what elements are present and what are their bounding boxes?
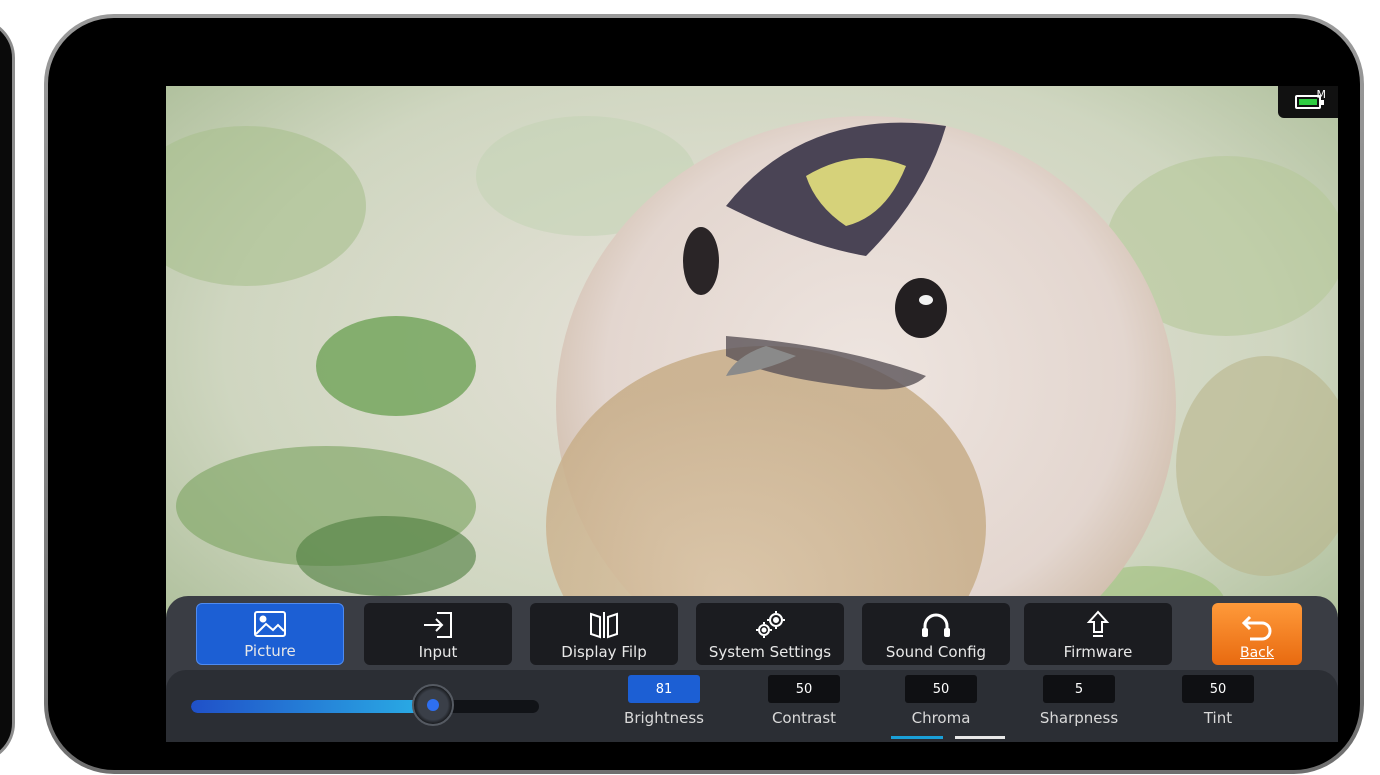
tab-input[interactable]: Input	[364, 603, 512, 665]
tab-sound-config[interactable]: Sound Config	[862, 603, 1010, 665]
menu-tabs: Picture Input Display Filp System Settin…	[196, 603, 1316, 667]
tab-system-settings[interactable]: System Settings	[696, 603, 844, 665]
battery-indicator: M	[1278, 86, 1338, 118]
battery-mode-label: M	[1316, 88, 1327, 101]
tab-label: Picture	[244, 642, 296, 660]
param-value: 50	[768, 675, 840, 703]
param-label: Chroma	[911, 709, 971, 727]
page-indicator-active	[891, 736, 943, 739]
param-label: Sharpness	[1039, 709, 1119, 727]
headphones-icon	[919, 609, 953, 641]
monitor-screen: M Picture Input Display Filp System Sett…	[166, 86, 1338, 742]
param-label: Brightness	[624, 709, 704, 727]
param-sharpness[interactable]: 5 Sharpness	[1024, 675, 1134, 727]
param-brightness[interactable]: 81 Brightness	[609, 675, 719, 727]
osd-menu-panel: Picture Input Display Filp System Settin…	[166, 596, 1338, 742]
gears-icon	[752, 609, 788, 641]
monitor-frame: M Picture Input Display Filp System Sett…	[44, 14, 1364, 774]
back-button[interactable]: Back	[1212, 603, 1302, 665]
param-tint[interactable]: 50 Tint	[1163, 675, 1273, 727]
slider-fill	[191, 700, 434, 713]
tab-picture[interactable]: Picture	[196, 603, 344, 665]
page-indicator	[955, 736, 1005, 739]
back-label: Back	[1240, 645, 1274, 661]
tab-label: System Settings	[708, 643, 832, 661]
tab-label: Firmware	[1063, 643, 1133, 661]
param-value: 5	[1043, 675, 1115, 703]
param-chroma[interactable]: 50 Chroma	[886, 675, 996, 727]
input-icon	[421, 609, 455, 641]
image-icon	[253, 608, 287, 640]
tab-firmware[interactable]: Firmware	[1024, 603, 1172, 665]
brightness-slider-track[interactable]	[191, 700, 539, 713]
tab-display-flip[interactable]: Display Filp	[530, 603, 678, 665]
back-arrow-icon	[1240, 611, 1274, 643]
display-flip-icon	[587, 609, 621, 641]
tab-label: Input	[418, 643, 458, 661]
param-contrast[interactable]: 50 Contrast	[749, 675, 859, 727]
tab-label: Sound Config	[885, 643, 987, 661]
upload-arrow-icon	[1085, 609, 1111, 641]
param-label: Tint	[1203, 709, 1233, 727]
adjacent-device-edge	[0, 18, 15, 763]
slider-handle[interactable]	[412, 684, 455, 726]
monitor-bezel: M Picture Input Display Filp System Sett…	[48, 18, 1360, 770]
picture-controls: 81 Brightness 50 Contrast 50 Chroma 5 Sh…	[166, 670, 1338, 742]
param-value: 50	[1182, 675, 1254, 703]
tab-label: Display Filp	[561, 643, 647, 661]
param-label: Contrast	[771, 709, 837, 727]
param-value: 50	[905, 675, 977, 703]
param-value: 81	[628, 675, 700, 703]
